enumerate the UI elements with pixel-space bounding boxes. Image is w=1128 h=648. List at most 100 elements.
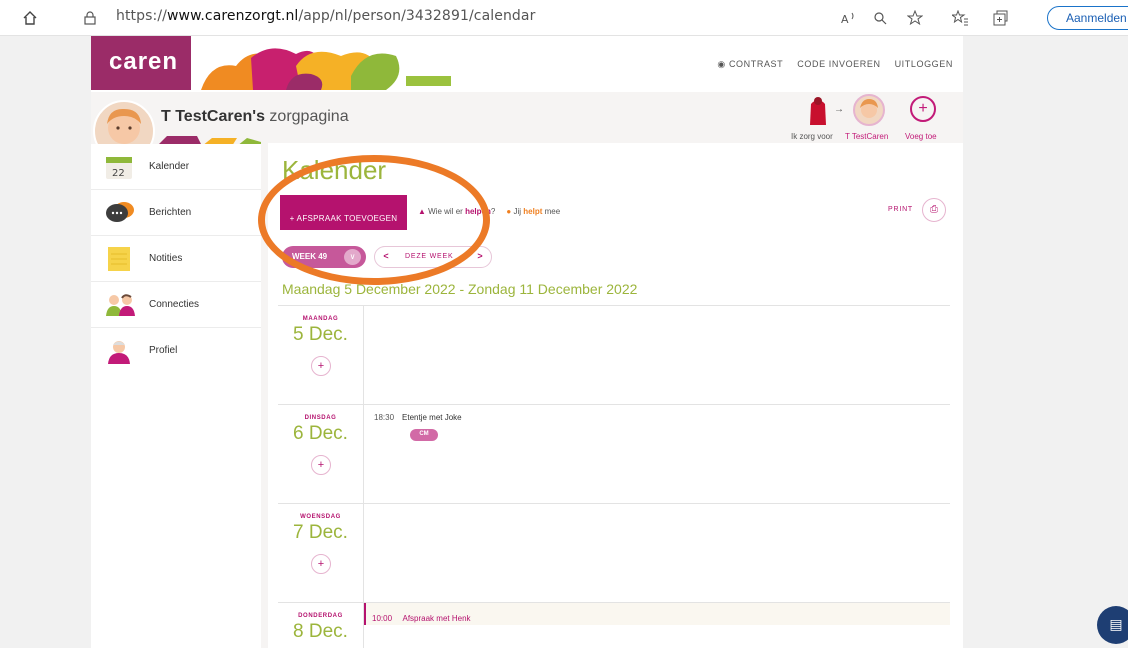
- day-header: MAANDAG 5 Dec. +: [278, 306, 364, 404]
- favorites-icon[interactable]: [950, 8, 970, 28]
- day-row: DINSDAG 6 Dec. + 18:30 Etentje met Joke C…: [278, 404, 950, 503]
- collections-icon[interactable]: [990, 8, 1010, 28]
- previous-week-button[interactable]: <: [379, 251, 393, 265]
- date-range: Maandag 5 December 2022 - Zondag 11 Dece…: [282, 281, 638, 297]
- url-domain: www.carenzorgt.nl: [166, 8, 299, 24]
- calendar-panel: Kalender + AFSPRAAK TOEVOEGEN ▲ Wie wil …: [268, 143, 963, 648]
- sidebar-item-berichten[interactable]: Berichten: [91, 190, 261, 236]
- sidebar-item-profiel[interactable]: Profiel: [91, 328, 261, 374]
- dot-icon: ●: [506, 207, 512, 216]
- read-aloud-icon[interactable]: A: [838, 8, 858, 28]
- chevron-down-icon[interactable]: ∨: [344, 249, 361, 265]
- sidebar-item-connecties[interactable]: Connecties: [91, 282, 261, 328]
- page-title-suffix: zorgpagina: [264, 108, 349, 125]
- event-title: Afspraak met Henk: [402, 614, 471, 623]
- event-title: Etentje met Joke: [402, 413, 462, 422]
- caregiver-figure-icon[interactable]: [807, 96, 829, 126]
- svg-text:A: A: [841, 13, 849, 25]
- address-bar[interactable]: https://www.carenzorgt.nl/app/nl/person/…: [116, 8, 535, 24]
- day-header: WOENSDAG 7 Dec. +: [278, 504, 364, 602]
- care-for-label: Ik zorg voor: [791, 132, 833, 141]
- this-week-button[interactable]: DEZE WEEK: [405, 253, 453, 260]
- who-helps-prefix: Wie wil er: [428, 207, 463, 216]
- person-switcher: → + Ik zorg voor T TestCaren Voeg toe: [791, 94, 961, 144]
- who-helps-highlight: helpen: [465, 207, 491, 216]
- day-date: 6 Dec.: [293, 423, 348, 444]
- who-helps-suffix: ?: [490, 207, 496, 216]
- add-appointment-button[interactable]: + AFSPRAAK TOEVOEGEN: [280, 195, 407, 230]
- notes-icon: [105, 246, 133, 272]
- sidebar-item-label: Profiel: [149, 345, 178, 356]
- profile-icon: [105, 338, 133, 364]
- day-row: DONDERDAG 8 Dec. 10:00 Afspraak met Henk: [278, 602, 950, 648]
- event-time: 18:30: [374, 413, 395, 422]
- sidebar-item-label: Notities: [149, 253, 183, 264]
- day-name: WOENSDAG: [300, 514, 341, 520]
- help-filters: ▲ Wie wil er helpen? ● Jij helpt mee: [418, 207, 560, 216]
- current-person-avatar[interactable]: [853, 94, 885, 126]
- lock-icon[interactable]: [80, 8, 100, 28]
- home-icon[interactable]: [20, 8, 40, 28]
- browser-toolbar: https://www.carenzorgt.nl/app/nl/person/…: [0, 0, 1128, 36]
- add-person-button[interactable]: +: [910, 96, 936, 122]
- you-help-highlight: helpt: [523, 207, 543, 216]
- you-help-filter[interactable]: ● Jij helpt mee: [506, 207, 560, 216]
- day-name: DINSDAG: [304, 415, 337, 421]
- day-row: WOENSDAG 7 Dec. +: [278, 503, 950, 602]
- contrast-link[interactable]: ◉ CONTRAST: [717, 59, 783, 70]
- page-title: T TestCaren's zorgpagina: [161, 108, 349, 126]
- calendar-icon: 22: [105, 154, 133, 180]
- event-time: 10:00: [372, 614, 393, 623]
- sidebar: 22 Kalender Berichten Notities Connectie…: [91, 136, 261, 648]
- who-helps-filter[interactable]: ▲ Wie wil er helpen?: [418, 207, 495, 216]
- add-event-button[interactable]: +: [311, 356, 331, 376]
- sidebar-item-label: Kalender: [149, 161, 190, 172]
- add-event-button[interactable]: +: [311, 455, 331, 475]
- next-week-button[interactable]: >: [473, 251, 487, 265]
- current-person-label[interactable]: T TestCaren: [845, 132, 888, 141]
- day-header: DINSDAG 6 Dec. +: [278, 405, 364, 503]
- participant-badge: CM: [410, 429, 438, 441]
- logout-link[interactable]: UITLOGGEN: [895, 59, 953, 70]
- printer-icon[interactable]: ⎙: [922, 198, 946, 222]
- calendar-event[interactable]: 10:00 Afspraak met Henk: [364, 603, 950, 625]
- day-row: MAANDAG 5 Dec. +: [278, 305, 950, 404]
- logo-shapes-decoration: [191, 36, 456, 90]
- day-header: DONDERDAG 8 Dec.: [278, 603, 364, 648]
- caren-logo[interactable]: caren: [91, 36, 191, 90]
- sidebar-item-kalender[interactable]: 22 Kalender: [91, 144, 261, 190]
- contrast-label: CONTRAST: [728, 59, 784, 69]
- add-person-label[interactable]: Voeg toe: [905, 132, 937, 141]
- signin-button[interactable]: Aanmelden: [1047, 6, 1128, 30]
- arrow-right-icon: →: [834, 104, 844, 115]
- url-path: /app/nl/person/3432891/calendar: [298, 8, 536, 24]
- app-header: caren ◉ CONTRAST CODE INVOEREN UITLOGGEN: [91, 36, 963, 92]
- caren-app: caren ◉ CONTRAST CODE INVOEREN UITLOGGEN…: [91, 36, 963, 648]
- people-icon: [105, 292, 135, 318]
- person-name: T TestCaren's: [161, 108, 265, 125]
- day-date: 8 Dec.: [293, 621, 348, 642]
- message-icon: [105, 200, 134, 226]
- day-date: 5 Dec.: [293, 324, 348, 345]
- day-name: MAANDAG: [302, 316, 339, 322]
- favorite-add-icon[interactable]: [905, 8, 925, 28]
- header-links: ◉ CONTRAST CODE INVOEREN UITLOGGEN: [717, 59, 953, 70]
- week-label: WEEK 49: [292, 252, 328, 261]
- week-navigation: < DEZE WEEK >: [374, 246, 492, 268]
- sidebar-item-notities[interactable]: Notities: [91, 236, 261, 282]
- add-event-button[interactable]: +: [311, 554, 331, 574]
- triangle-icon: ▲: [418, 207, 426, 216]
- you-help-suffix: mee: [544, 207, 561, 216]
- day-name: DONDERDAG: [298, 613, 343, 619]
- chat-icon[interactable]: ▤: [1097, 606, 1128, 644]
- you-help-prefix: Jij: [513, 207, 522, 216]
- enter-code-link[interactable]: CODE INVOEREN: [797, 59, 880, 70]
- zoom-icon[interactable]: [870, 8, 890, 28]
- sidebar-item-label: Berichten: [149, 207, 192, 218]
- url-prefix: https://: [116, 8, 167, 24]
- sidebar-item-label: Connecties: [149, 299, 200, 310]
- calendar-event[interactable]: 18:30 Etentje met Joke: [374, 413, 462, 422]
- print-link[interactable]: PRINT: [888, 206, 913, 213]
- page-heading: Kalender: [282, 155, 387, 185]
- calendar-icon-number: 22: [112, 168, 125, 179]
